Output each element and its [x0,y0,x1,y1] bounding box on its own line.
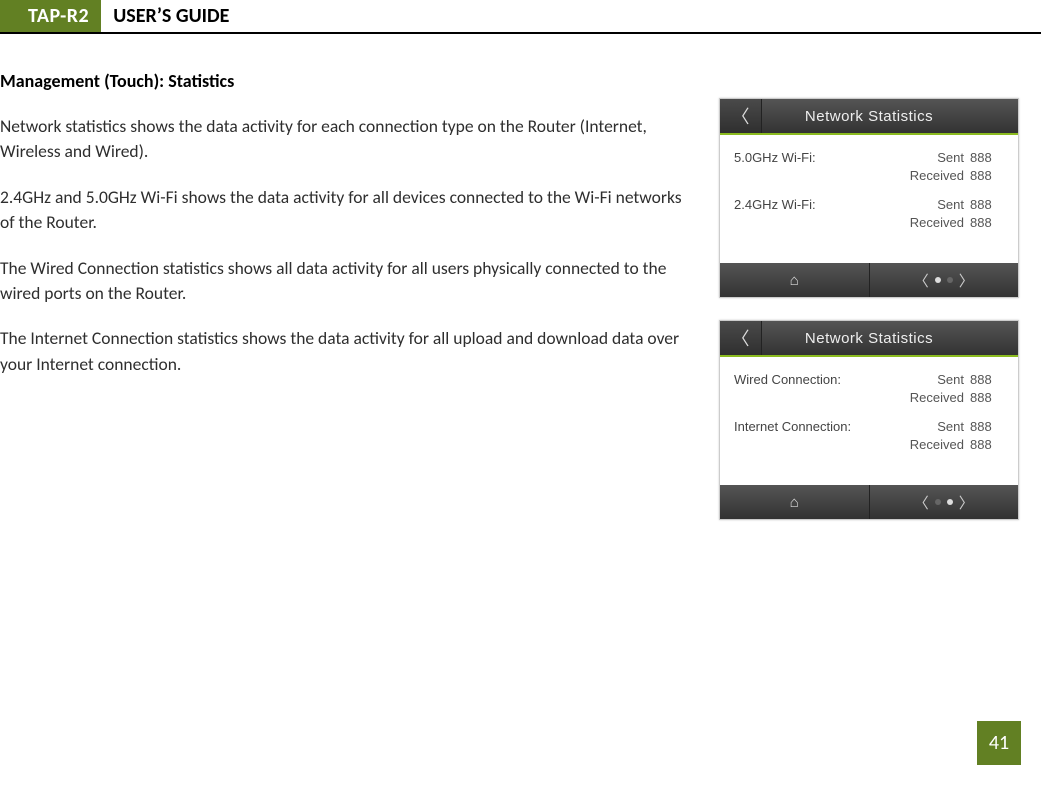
stat-spacer [734,436,900,454]
paragraph-1: Network statistics shows the data activi… [0,114,699,165]
page-number: 41 [977,721,1021,765]
header-title: USER’S GUIDE [101,0,241,32]
chevron-left-icon: 〈 [914,270,929,291]
pager-2[interactable]: 〈 〉 [870,492,1019,513]
chevron-right-icon: 〉 [959,492,974,513]
paragraph-3: The Wired Connection statistics shows al… [0,256,699,307]
device1-bottombar: ⌂ 〈 〉 [720,263,1018,297]
stat-sent-label: Sent [900,418,970,436]
stat-recv-label: Received [900,436,970,454]
stat-sent-label: Sent [900,196,970,214]
device-screenshot-1: 〈 Network Statistics 5.0GHz Wi-Fi: Sent … [719,98,1019,298]
content-area: Management (Touch): Statistics Network s… [0,34,1041,520]
back-button[interactable]: 〈 [720,99,762,133]
stat-name-5ghz: 5.0GHz Wi-Fi: [734,149,900,167]
device-screenshot-2: 〈 Network Statistics Wired Connection: S… [719,320,1019,520]
device1-titlebar: 〈 Network Statistics [720,99,1018,135]
page-dot-1 [935,277,941,283]
chevron-left-icon: 〈 [732,103,750,129]
stat-sent-label: Sent [900,149,970,167]
stat-spacer [734,167,900,185]
stat-block-24ghz: 2.4GHz Wi-Fi: Sent 888 Received 888 [734,196,1004,231]
stat-24ghz-sent: 888 [970,196,1004,214]
page-dot-2 [947,499,953,505]
stat-name-wired: Wired Connection: [734,371,900,389]
back-button[interactable]: 〈 [720,321,762,355]
stat-block-internet: Internet Connection: Sent 888 Received 8… [734,418,1004,453]
device2-titlebar: 〈 Network Statistics [720,321,1018,357]
page-dot-2 [947,277,953,283]
stat-spacer [734,389,900,407]
stat-name-internet: Internet Connection: [734,418,900,436]
stat-5ghz-sent: 888 [970,149,1004,167]
device2-title: Network Statistics [762,330,1018,347]
stat-sent-label: Sent [900,371,970,389]
page-dot-1 [935,499,941,505]
paragraph-2: 2.4GHz and 5.0GHz Wi-Fi shows the data a… [0,185,699,236]
device2-body: Wired Connection: Sent 888 Received 888 … [720,357,1018,485]
header-accent [0,0,20,32]
section-heading: Management (Touch): Statistics [0,70,699,92]
device1-title: Network Statistics [762,108,1018,125]
home-button[interactable]: ⌂ [720,485,870,519]
stat-24ghz-recv: 888 [970,214,1004,232]
chevron-left-icon: 〈 [732,325,750,351]
chevron-right-icon: 〉 [959,270,974,291]
device1-body: 5.0GHz Wi-Fi: Sent 888 Received 888 2.4G… [720,135,1018,263]
pager-1[interactable]: 〈 〉 [870,270,1019,291]
stat-wired-sent: 888 [970,371,1004,389]
stat-wired-recv: 888 [970,389,1004,407]
device2-bottombar: ⌂ 〈 〉 [720,485,1018,519]
chevron-left-icon: 〈 [914,492,929,513]
stat-block-5ghz: 5.0GHz Wi-Fi: Sent 888 Received 888 [734,149,1004,184]
stat-name-24ghz: 2.4GHz Wi-Fi: [734,196,900,214]
stat-internet-recv: 888 [970,436,1004,454]
header-model: TAP-R2 [20,0,101,32]
stat-recv-label: Received [900,389,970,407]
screenshots-column: 〈 Network Statistics 5.0GHz Wi-Fi: Sent … [719,70,1023,520]
text-column: Management (Touch): Statistics Network s… [0,70,719,520]
stat-5ghz-recv: 888 [970,167,1004,185]
home-icon: ⌂ [790,494,799,511]
stat-internet-sent: 888 [970,418,1004,436]
stat-recv-label: Received [900,214,970,232]
stat-block-wired: Wired Connection: Sent 888 Received 888 [734,371,1004,406]
doc-header: TAP-R2 USER’S GUIDE [0,0,1041,34]
paragraph-4: The Internet Connection statistics shows… [0,326,699,377]
stat-spacer [734,214,900,232]
home-button[interactable]: ⌂ [720,263,870,297]
stat-recv-label: Received [900,167,970,185]
home-icon: ⌂ [790,272,799,289]
